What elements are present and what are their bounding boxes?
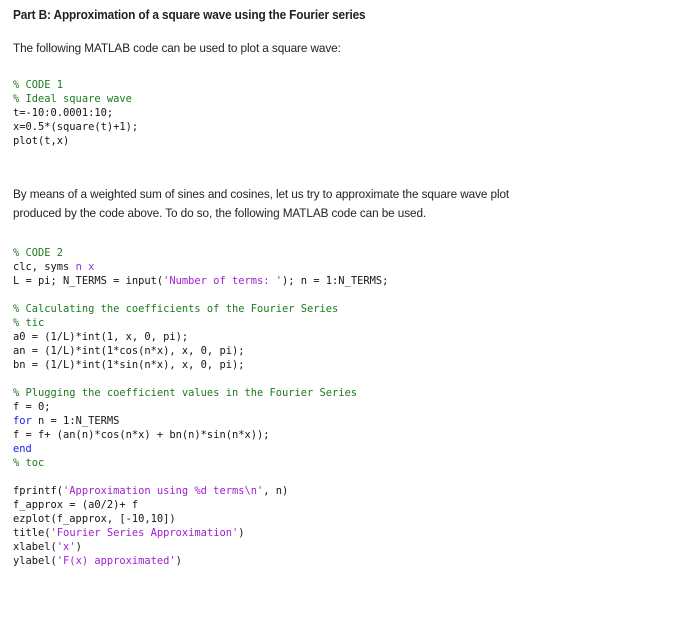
page-title: Part B: Approximation of a square wave u… <box>13 8 366 22</box>
code2-token: , n) <box>263 485 289 498</box>
code1-token: % CODE 1 <box>13 79 64 92</box>
code2-token: ezplot(f_approx, [-10,10]) <box>13 513 176 526</box>
code-block-1: % CODE 1% Ideal square wave t=-10:0.0001:… <box>13 78 138 148</box>
code-block-2: % CODE 2 clc, syms n xL = pi; N_TERMS = i… <box>13 246 388 568</box>
code2-line <box>13 372 388 386</box>
code2-token: % Plugging the coefficient values in the… <box>13 387 358 400</box>
code2-token: % CODE 2 <box>13 247 64 260</box>
code2-token: L = pi; N_TERMS = input( <box>13 275 164 288</box>
code2-line: title('Fourier Series Approximation') <box>13 526 388 540</box>
code2-line <box>13 470 388 484</box>
code1-token: % Ideal square wave <box>13 93 132 106</box>
code1-line: plot(t,x) <box>13 134 138 148</box>
code2-token: xlabel( <box>13 541 57 554</box>
code2-token: f = f+ (an(n)*cos(n*x) + bn(n)*sin(n*x))… <box>13 429 270 442</box>
code2-token: % tic <box>13 317 45 330</box>
code2-line: clc, syms n x <box>13 260 388 274</box>
code2-token: 'Number of terms: ' <box>163 275 282 288</box>
code2-token: title( <box>13 527 51 540</box>
code1-line: x=0.5*(square(t)+1); <box>13 120 138 134</box>
code2-line: an = (1/L)*int(1*cos(n*x), x, 0, pi); <box>13 344 388 358</box>
code2-line: bn = (1/L)*int(1*sin(n*x), x, 0, pi); <box>13 358 388 372</box>
code2-line: % Plugging the coefficient values in the… <box>13 386 388 400</box>
code1-line: % Ideal square wave <box>13 92 138 106</box>
document-page: Part B: Approximation of a square wave u… <box>0 0 685 633</box>
code2-line: % CODE 2 <box>13 246 388 260</box>
code2-line: f_approx = (a0/2)+ f <box>13 498 388 512</box>
code1-line: % CODE 1 <box>13 78 138 92</box>
code2-token: clc, syms <box>13 261 76 274</box>
code2-line: ezplot(f_approx, [-10,10]) <box>13 512 388 526</box>
code2-token: n x <box>75 261 95 274</box>
code2-line: f = 0; <box>13 400 388 414</box>
code2-line: xlabel('x') <box>13 540 388 554</box>
code2-token: 'Approximation using %d terms\n' <box>63 485 264 498</box>
code2-token: f_approx = (a0/2)+ f <box>13 499 139 512</box>
code2-token: for <box>13 415 32 428</box>
code2-line: for n = 1:N_TERMS <box>13 414 388 428</box>
code2-token: 'Fourier Series Approximation' <box>50 527 239 540</box>
code2-line: a0 = (1/L)*int(1, x, 0, pi); <box>13 330 388 344</box>
code1-token: plot(t,x) <box>13 135 70 148</box>
code2-token: fprintf( <box>13 485 64 498</box>
code2-line: ylabel('F(x) approximated') <box>13 554 388 568</box>
code2-line: L = pi; N_TERMS = input('Number of terms… <box>13 274 388 288</box>
code2-token: end <box>13 443 32 456</box>
code2-token: 'x' <box>56 541 76 554</box>
code2-line: % toc <box>13 456 388 470</box>
code2-token: % toc <box>13 457 45 470</box>
code1-token: x=0.5*(square(t)+1); <box>13 121 139 134</box>
code2-token: % Calculating the coefficients of the Fo… <box>13 303 339 316</box>
intro-line: The following MATLAB code can be used to… <box>13 41 341 55</box>
code2-token: ) <box>238 527 245 540</box>
code1-token: t=-10:0.0001:10; <box>13 107 114 120</box>
code2-token: ylabel( <box>13 555 57 568</box>
code2-line: fprintf('Approximation using %d terms\n'… <box>13 484 388 498</box>
code2-line: % Calculating the coefficients of the Fo… <box>13 302 388 316</box>
explanation-line: By means of a weighted sum of sines and … <box>13 187 510 201</box>
code2-token: bn = (1/L)*int(1*sin(n*x), x, 0, pi); <box>13 359 245 372</box>
code2-line: end <box>13 442 388 456</box>
code2-token: n = 1:N_TERMS <box>31 415 120 428</box>
code2-token: ) <box>175 555 182 568</box>
code2-token: 'F(x) approximated' <box>56 555 176 568</box>
code2-line: % tic <box>13 316 388 330</box>
explanation-line: produced by the code above. To do so, th… <box>13 206 427 220</box>
code2-token: ); n = 1:N_TERMS; <box>282 275 389 288</box>
code1-line: t=-10:0.0001:10; <box>13 106 138 120</box>
explanation-paragraph: By means of a weighted sum of sines and … <box>13 185 678 223</box>
code2-token: ) <box>75 541 82 554</box>
code2-token: an = (1/L)*int(1*cos(n*x), x, 0, pi); <box>13 345 245 358</box>
intro-paragraph: The following MATLAB code can be used to… <box>13 39 678 58</box>
code2-token: a0 = (1/L)*int(1, x, 0, pi); <box>13 331 189 344</box>
code2-line: f = f+ (an(n)*cos(n*x) + bn(n)*sin(n*x))… <box>13 428 388 442</box>
code2-token: f = 0; <box>13 401 51 414</box>
code2-line <box>13 288 388 302</box>
